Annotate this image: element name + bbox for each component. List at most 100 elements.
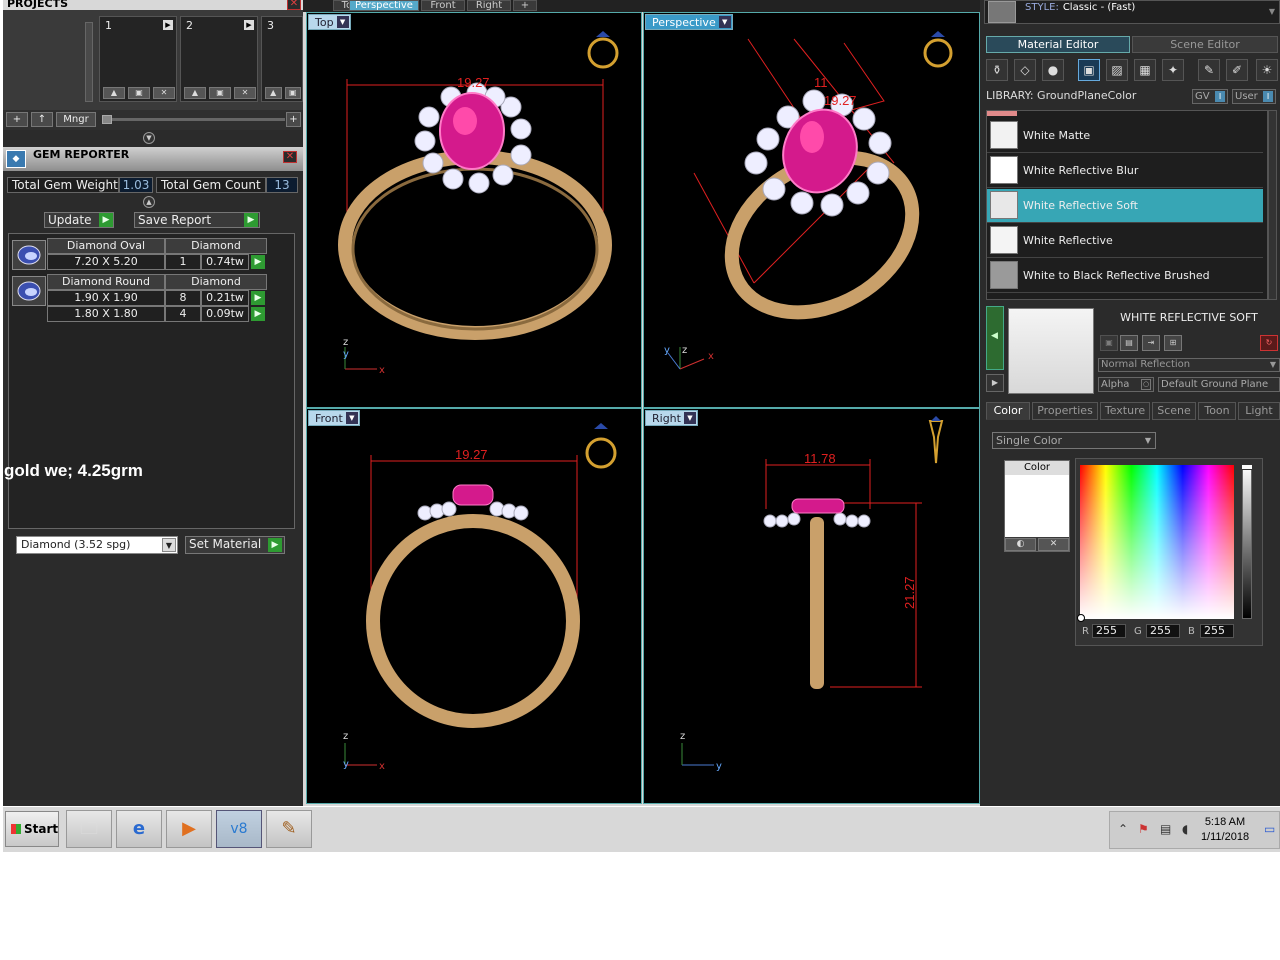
ground-plane-select[interactable]: Default Ground Plane xyxy=(1158,377,1280,392)
internet-explorer-icon[interactable]: e xyxy=(116,810,162,848)
network-icon[interactable]: ▤ xyxy=(1160,822,1171,836)
start-button[interactable]: Start xyxy=(5,811,59,847)
viewport-top[interactable]: 19.27 x z y Top ▼ xyxy=(306,12,642,408)
chevron-down-icon[interactable]: ▼ xyxy=(1145,433,1151,448)
action-center-icon[interactable]: ⚑ xyxy=(1138,822,1149,836)
manager-button[interactable]: Mngr xyxy=(56,112,96,127)
b-input[interactable]: 255 xyxy=(1200,624,1234,638)
gem-icon[interactable]: ◇ xyxy=(1014,59,1036,81)
texture-icon[interactable]: ✦ xyxy=(1162,59,1184,81)
gem-reporter-close-icon[interactable]: ✕ xyxy=(283,151,297,163)
luminance-handle[interactable] xyxy=(1241,464,1253,470)
play-icon[interactable]: ▶ xyxy=(163,20,173,30)
update-go-icon[interactable]: ▶ xyxy=(99,213,113,227)
viewport-perspective[interactable]: 11 19.27 x z y Perspective ▼ xyxy=(643,12,980,408)
material-item[interactable]: White to Black Reflective Brushed xyxy=(987,259,1263,293)
set-material-go-icon[interactable]: ▶ xyxy=(268,538,282,552)
volume-icon[interactable]: ◖ xyxy=(1182,822,1188,836)
save-report-button[interactable]: Save Report xyxy=(134,212,260,228)
select-gem-icon[interactable]: ▶ xyxy=(251,255,265,269)
luminance-slider[interactable] xyxy=(1241,464,1253,619)
color-mode-select[interactable]: Single Color ▼ xyxy=(992,432,1156,449)
g-input[interactable]: 255 xyxy=(1146,624,1180,638)
play-icon[interactable]: ▶ xyxy=(244,20,254,30)
material-list-scrollbar[interactable] xyxy=(1268,110,1277,300)
viewport-front[interactable]: 19.27 x z y Front ▼ xyxy=(306,408,642,804)
tab-front[interactable]: Front xyxy=(421,0,465,11)
up-icon[interactable]: ▲ xyxy=(184,87,206,99)
metal-icon[interactable]: ⚱ xyxy=(986,59,1008,81)
delete-icon[interactable]: ✕ xyxy=(234,87,256,99)
collapse-handle-icon[interactable]: ▼ xyxy=(143,132,155,144)
chevron-down-icon[interactable]: ▼ xyxy=(345,412,358,424)
viewport-right[interactable]: 11.78 21.27 y z Right ▼ xyxy=(643,408,980,804)
chevron-down-icon[interactable]: ▼ xyxy=(1269,7,1275,16)
tab-color[interactable]: Color xyxy=(986,402,1030,420)
material-select[interactable]: Diamond (3.52 spg) ▼ xyxy=(16,536,178,554)
zoom-in-button[interactable]: + xyxy=(286,112,301,127)
ground-plane-icon[interactable]: ▣ xyxy=(1078,59,1100,81)
tab-light[interactable]: Light xyxy=(1238,402,1280,420)
viewport-label-top[interactable]: Top ▼ xyxy=(308,14,351,30)
new-material-icon[interactable]: ⊞ xyxy=(1164,335,1182,351)
tab-scene-editor[interactable]: Scene Editor xyxy=(1132,36,1278,53)
clear-color-icon[interactable]: ✕ xyxy=(1038,538,1069,551)
matrix-app-icon[interactable]: v8 xyxy=(216,810,262,848)
refresh-icon[interactable]: ↻ xyxy=(1260,335,1278,351)
chevron-down-icon[interactable]: ▼ xyxy=(162,538,176,552)
paint-icon[interactable]: ✎ xyxy=(266,810,312,848)
material-list[interactable]: White Matte White Reflective Blur White … xyxy=(986,110,1268,300)
tab-scene[interactable]: Scene xyxy=(1152,402,1196,420)
file-explorer-icon[interactable]: 🗀 xyxy=(66,810,112,848)
projects-slider-track[interactable] xyxy=(107,118,285,121)
project-slot-3[interactable]: 3 ▲ ▣ xyxy=(261,16,303,102)
grid-icon[interactable]: ▦ xyxy=(1134,59,1156,81)
projects-slider-handle[interactable] xyxy=(102,115,112,124)
add-project-button[interactable]: + xyxy=(6,112,28,127)
save-as-icon[interactable]: ▤ xyxy=(1120,335,1138,351)
material-item[interactable]: White Reflective Blur xyxy=(987,154,1263,188)
viewport-label-perspective[interactable]: Perspective ▼ xyxy=(645,14,733,30)
chevron-up-icon[interactable]: ⌃ xyxy=(1118,822,1128,836)
tab-toon[interactable]: Toon xyxy=(1198,402,1236,420)
viewport-label-right[interactable]: Right ▼ xyxy=(645,410,698,426)
tab-perspective[interactable]: Perspective xyxy=(349,0,419,11)
current-color-swatch[interactable] xyxy=(1005,475,1069,537)
show-desktop-icon[interactable]: ▭ xyxy=(1264,822,1275,836)
material-item[interactable]: White Reflective xyxy=(987,224,1263,258)
section-handle-icon[interactable]: ▲ xyxy=(143,196,155,208)
user-toggle[interactable]: User I xyxy=(1232,89,1276,104)
import-icon[interactable]: ⇥ xyxy=(1142,335,1160,351)
projects-scrollbar[interactable] xyxy=(85,22,93,102)
pattern-icon[interactable]: ▨ xyxy=(1106,59,1128,81)
toggle-icon[interactable]: ○ xyxy=(1141,379,1151,390)
tab-right[interactable]: Right xyxy=(467,0,511,11)
project-slot-2[interactable]: 2 ▶ ▲ ▣ ✕ xyxy=(180,16,258,102)
collapse-preview-button[interactable]: ◀ xyxy=(986,306,1004,370)
sphere-icon[interactable]: ● xyxy=(1042,59,1064,81)
gv-toggle[interactable]: GV I xyxy=(1192,89,1228,104)
tab-material-editor[interactable]: Material Editor xyxy=(986,36,1130,53)
clock[interactable]: 5:18 AM 1/11/2018 xyxy=(1199,815,1251,845)
select-gem-icon[interactable]: ▶ xyxy=(251,291,265,305)
style-selector[interactable]: STYLE: Classic - (Fast) ▼ xyxy=(984,0,1280,24)
info-icon[interactable]: I xyxy=(1263,91,1273,102)
material-item-selected[interactable]: White Reflective Soft xyxy=(987,189,1263,223)
chevron-down-icon[interactable]: ▼ xyxy=(718,16,731,28)
palette-icon[interactable]: ◐ xyxy=(1005,538,1036,551)
play-icon[interactable]: ▶ xyxy=(986,374,1004,392)
chevron-down-icon[interactable]: ▼ xyxy=(1270,359,1276,371)
chevron-down-icon[interactable]: ▼ xyxy=(336,16,349,28)
chevron-down-icon[interactable]: ▼ xyxy=(683,412,696,424)
add-tab-button[interactable]: + xyxy=(513,0,537,11)
up-icon[interactable]: ▲ xyxy=(103,87,125,99)
select-gem-icon[interactable]: ▶ xyxy=(251,307,265,321)
light-icon[interactable]: ☀ xyxy=(1256,59,1278,81)
save-icon[interactable]: ▣ xyxy=(284,87,301,99)
info-icon[interactable]: I xyxy=(1215,91,1225,102)
save-icon[interactable]: ▣ xyxy=(209,87,231,99)
media-player-icon[interactable]: ▶ xyxy=(166,810,212,848)
color-cursor[interactable] xyxy=(1077,614,1085,622)
project-slot-1[interactable]: 1 ▶ ▲ ▣ ✕ xyxy=(99,16,177,102)
material-item[interactable]: White Matte xyxy=(987,119,1263,153)
